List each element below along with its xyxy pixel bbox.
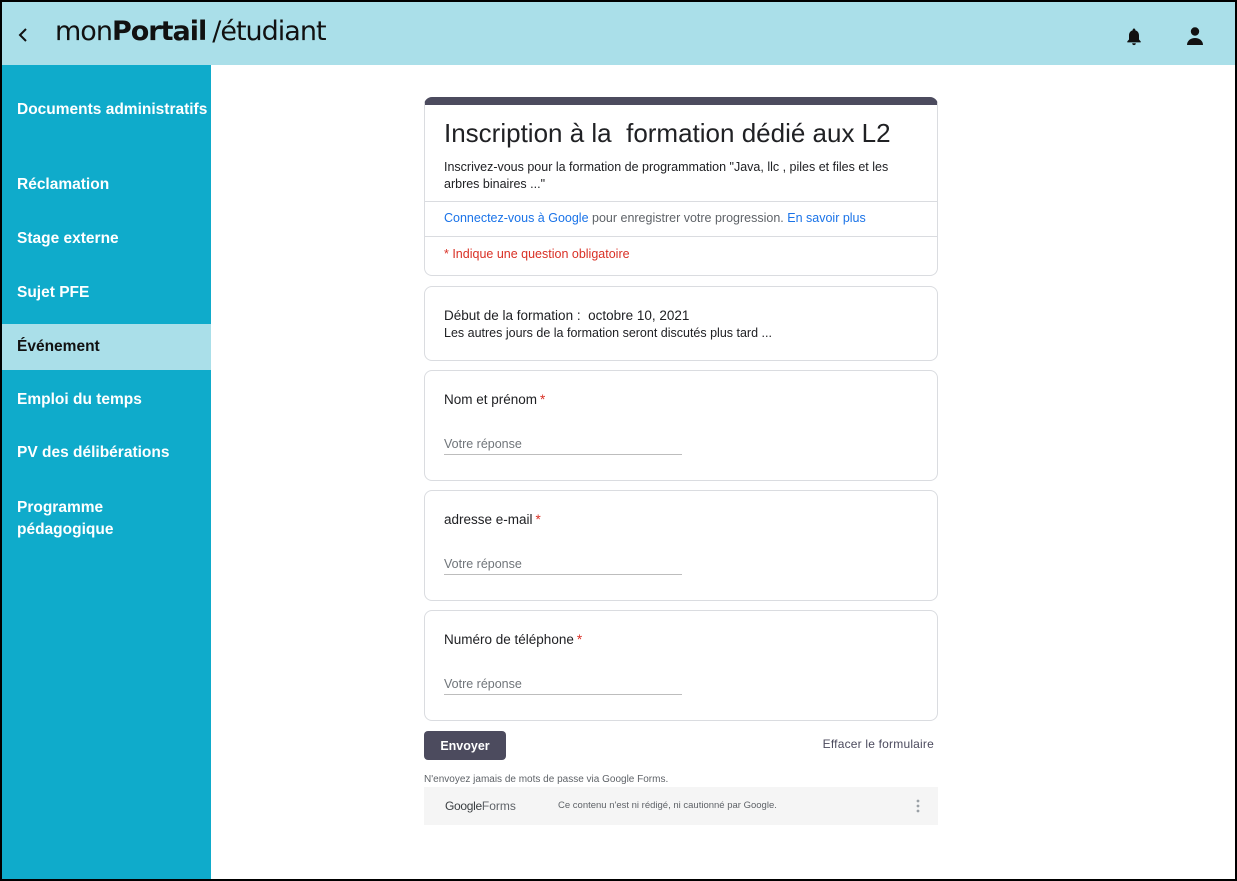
email-input[interactable] — [444, 554, 682, 575]
logo-google: Google — [445, 799, 482, 813]
required-star: * — [535, 512, 541, 527]
form-description: Inscrivez-vous pour la formation de prog… — [444, 160, 889, 191]
name-input[interactable] — [444, 434, 682, 455]
submit-button[interactable]: Envoyer — [424, 731, 506, 760]
top-bar: monPortail/étudiant — [0, 0, 1237, 65]
question-card-email: adresse e-mail * — [424, 490, 938, 601]
signin-line: Connectez-vous à Google pour enregistrer… — [444, 211, 866, 225]
google-forms-logo[interactable]: GoogleForms — [445, 799, 516, 813]
chevron-left-icon[interactable] — [14, 24, 32, 46]
clear-form-button[interactable]: Effacer le formulaire — [800, 737, 934, 751]
start-date-text: Début de la formation : octobre 10, 2021 — [444, 308, 690, 323]
sidebar-item-emploi[interactable]: Emploi du temps — [0, 389, 211, 411]
required-note: * Indique une question obligatoire — [444, 247, 630, 261]
question-label-text: Numéro de téléphone — [444, 632, 574, 647]
form-title: Inscription à la formation dédié aux L2 — [444, 118, 891, 148]
logo-forms: Forms — [481, 799, 516, 813]
question-label: Numéro de téléphone * — [444, 632, 582, 647]
question-label: adresse e-mail * — [444, 512, 541, 527]
password-warning: N'envoyez jamais de mots de passe via Go… — [424, 774, 669, 785]
forms-footer: GoogleForms Ce contenu n'est ni rédigé, … — [424, 787, 938, 825]
info-text: Les autres jours de la formation seront … — [444, 326, 772, 340]
phone-input[interactable] — [444, 674, 682, 695]
required-star: * — [576, 632, 583, 647]
learn-more-link[interactable]: En savoir plus — [787, 211, 866, 225]
more-vert-icon[interactable] — [914, 798, 922, 814]
sidebar: Documents administratifs Réclamation Sta… — [0, 65, 211, 881]
question-card-name: Nom et prénom * — [424, 370, 938, 481]
question-label-text: adresse e-mail — [444, 512, 533, 527]
info-card: Début de la formation : octobre 10, 2021… — [424, 286, 938, 361]
divider — [425, 236, 937, 237]
sidebar-item-programme[interactable]: Programme pédagogique — [0, 497, 160, 541]
bell-icon[interactable] — [1125, 27, 1143, 46]
sidebar-item-pv[interactable]: PV des délibérations — [0, 442, 211, 464]
sidebar-item-pfe[interactable]: Sujet PFE — [0, 282, 211, 304]
app-logo: monPortail/étudiant — [55, 16, 327, 47]
user-icon[interactable] — [1186, 26, 1204, 46]
sidebar-item-stage[interactable]: Stage externe — [0, 228, 211, 250]
required-star: * — [540, 392, 546, 407]
signin-text: pour enregistrer votre progression. — [588, 211, 788, 225]
sidebar-item-reclamation[interactable]: Réclamation — [0, 174, 211, 196]
sidebar-item-evenement[interactable]: Événement — [0, 324, 211, 370]
sidebar-item-documents[interactable]: Documents administratifs — [0, 99, 211, 121]
disclaimer-text: Ce contenu n'est ni rédigé, ni cautionné… — [558, 800, 777, 811]
question-card-phone: Numéro de téléphone * — [424, 610, 938, 721]
question-label-text: Nom et prénom — [444, 392, 538, 407]
divider — [425, 201, 937, 202]
brand-mon: mon — [55, 16, 113, 47]
brand-portail: Portail — [111, 16, 207, 47]
form-header-card: Inscription à la formation dédié aux L2 … — [424, 97, 938, 276]
question-label: Nom et prénom * — [444, 392, 545, 407]
brand-suffix: /étudiant — [212, 16, 326, 47]
signin-link[interactable]: Connectez-vous à Google — [444, 211, 589, 225]
